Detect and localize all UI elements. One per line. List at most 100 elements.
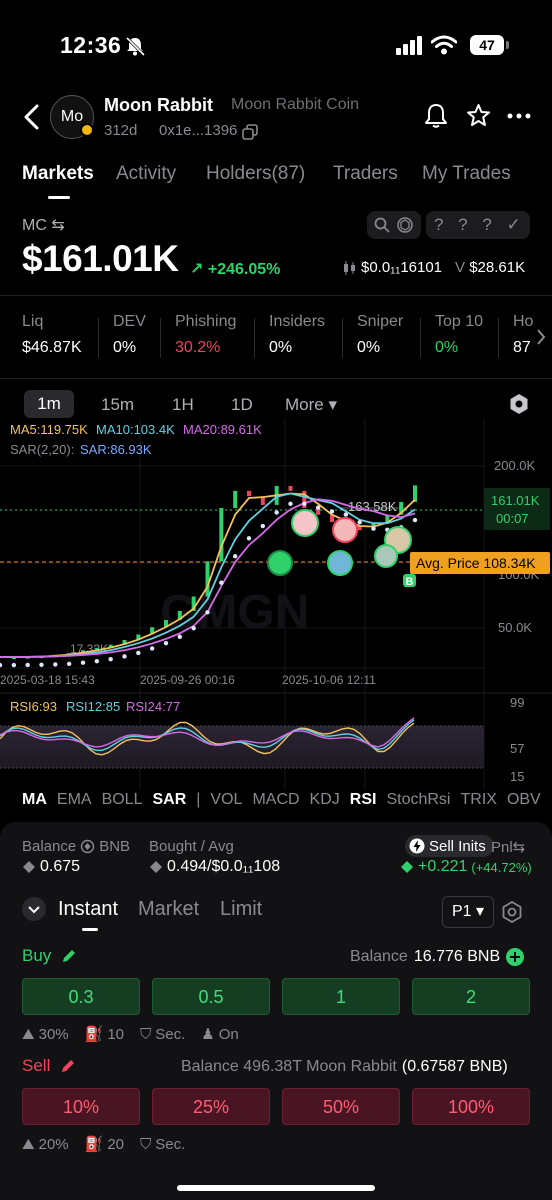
trader-avatar-marker[interactable] [332, 517, 358, 543]
star-icon[interactable] [466, 103, 491, 128]
stat-value: 0% [435, 339, 459, 356]
lightning-icon [409, 838, 425, 854]
sar-dot [357, 520, 362, 525]
person-icon: ♟ [201, 1026, 215, 1043]
sell-options[interactable]: ⛰ 20% ⛽ 20 ⛉ Sec. [22, 1135, 186, 1154]
buy-amount-button[interactable]: 2 [412, 978, 530, 1015]
token-price: $0.0₁₁16101 [361, 259, 443, 276]
chain-cube-icon[interactable] [397, 217, 413, 233]
indicator-macd[interactable]: MACD [252, 791, 299, 809]
sar-dot [80, 660, 86, 665]
price-chart[interactable]: GMGN MA5:119.75K MA10:103.4K MA20:89.61K… [0, 418, 552, 790]
sar-dot [177, 634, 183, 639]
indicator-kdj[interactable]: KDJ [310, 791, 340, 809]
slippage-value: 20% [38, 1135, 69, 1153]
buy-marker-letter: B [406, 576, 414, 588]
timeframe-1h[interactable]: 1H [172, 395, 194, 415]
security-value: Sec. [155, 1135, 186, 1153]
collapse-chevron-icon[interactable] [22, 897, 46, 921]
copy-icon[interactable] [242, 124, 258, 140]
chevron-right-icon[interactable] [535, 328, 547, 346]
trader-avatar-marker[interactable] [267, 550, 293, 576]
buy-amount-button[interactable]: 0.5 [152, 978, 270, 1015]
tab-my-trades[interactable]: My Trades [422, 163, 511, 185]
stat-value: 0% [113, 339, 137, 356]
sell-amount-button[interactable]: 50% [282, 1088, 400, 1125]
mode-instant[interactable]: Instant [58, 898, 118, 921]
back-arrow-icon[interactable] [22, 104, 40, 130]
current-price-label: 161.01K [491, 493, 540, 508]
buy-amount-button[interactable]: 0.3 [22, 978, 140, 1015]
sar-dot [66, 661, 72, 667]
auto-sell-value: On [218, 1025, 239, 1043]
indicator-ema[interactable]: EMA [57, 791, 92, 809]
buy-amount-button[interactable]: 1 [282, 978, 400, 1015]
sell-inits-button[interactable]: Sell Inits [405, 835, 494, 857]
indicator-boll[interactable]: BOLL [102, 791, 143, 809]
timeframe-15m[interactable]: 15m [101, 395, 134, 415]
search-icon[interactable] [374, 217, 390, 233]
edit-pencil-icon[interactable] [60, 1058, 76, 1074]
balance-label: Balance [22, 838, 77, 855]
audit-checks-pill[interactable]: ? ? ? ✓ [426, 211, 530, 239]
indicator-ma[interactable]: MA [22, 791, 47, 809]
rsi6-legend: RSI6:93 [10, 699, 57, 714]
sar-dot [371, 526, 376, 531]
timeframe-more[interactable]: More ▾ [285, 395, 337, 415]
more-options-icon[interactable] [507, 113, 531, 119]
trader-avatar-marker[interactable] [374, 544, 398, 568]
add-funds-icon[interactable] [506, 948, 525, 966]
balance-value: 0.675 [40, 858, 81, 875]
tab-activity[interactable]: Activity [116, 163, 176, 185]
mode-limit[interactable]: Limit [220, 898, 262, 921]
volume-readout: V $28.61K [455, 259, 525, 276]
timeframe-1m[interactable]: 1m [24, 390, 74, 418]
sar-dot [122, 654, 127, 659]
x-tick: 2025-09-26 00:16 [140, 673, 235, 687]
trader-avatar-marker[interactable] [291, 509, 319, 537]
indicator-vol[interactable]: VOL [210, 791, 242, 809]
mc-toggle[interactable]: MC ⇆ [22, 215, 65, 235]
divider [498, 318, 499, 358]
sar-dot [343, 512, 349, 517]
indicator-sar[interactable]: SAR [152, 791, 186, 809]
candle [288, 485, 293, 491]
sell-amount-button[interactable]: 25% [152, 1088, 270, 1125]
sell-amount-button[interactable]: 100% [412, 1088, 530, 1125]
token-address[interactable]: 0x1e...1396 [159, 122, 237, 139]
divider [0, 295, 552, 296]
x-tick: 2025-10-06 12:11 [282, 673, 376, 687]
mute-bell-icon [125, 36, 146, 56]
buy-options[interactable]: ⛰ 30% ⛽ 10 ⛉ Sec. ♟ On [22, 1025, 239, 1044]
indicator-rsi[interactable]: RSI [350, 791, 377, 809]
sar-dot [163, 640, 169, 646]
pnl-value-row: +0.221 (+44.72%) [400, 858, 532, 876]
timeframe-1d[interactable]: 1D [231, 395, 253, 415]
stat-label: Liq [22, 313, 44, 330]
indicator-stochrsi[interactable]: StochRsi [386, 791, 450, 809]
pnl-toggle[interactable]: Pnl⇆ [491, 838, 525, 856]
indicator-trix[interactable]: TRIX [460, 791, 496, 809]
settings-gear-icon[interactable] [500, 900, 524, 924]
bnb-coin-icon [81, 839, 95, 854]
preset-select[interactable]: P1 ▾ [442, 896, 494, 928]
indicator-obv[interactable]: OBV [507, 791, 541, 809]
stat-label: Ho [513, 313, 533, 330]
divider [420, 318, 421, 358]
tab-holders[interactable]: Holders(87) [206, 163, 305, 185]
chart-settings-icon[interactable] [509, 393, 529, 415]
edit-pencil-icon[interactable] [61, 948, 77, 964]
tab-traders[interactable]: Traders [333, 163, 398, 185]
trader-avatar-marker[interactable] [327, 550, 353, 576]
stat-label: Top 10 [435, 313, 484, 330]
security-tools-pill[interactable] [367, 211, 421, 239]
market-cap-change: ↗ +246.05% [190, 261, 281, 278]
mode-market[interactable]: Market [138, 898, 199, 921]
bell-icon[interactable] [424, 103, 448, 129]
sell-amount-button[interactable]: 10% [22, 1088, 140, 1125]
bnb-coin-icon [23, 861, 35, 873]
stat-holders: Ho 87 [513, 313, 533, 357]
sar-dot [191, 625, 196, 631]
tab-markets[interactable]: Markets [22, 163, 94, 185]
market-cap-value: $161.01K [22, 238, 179, 279]
